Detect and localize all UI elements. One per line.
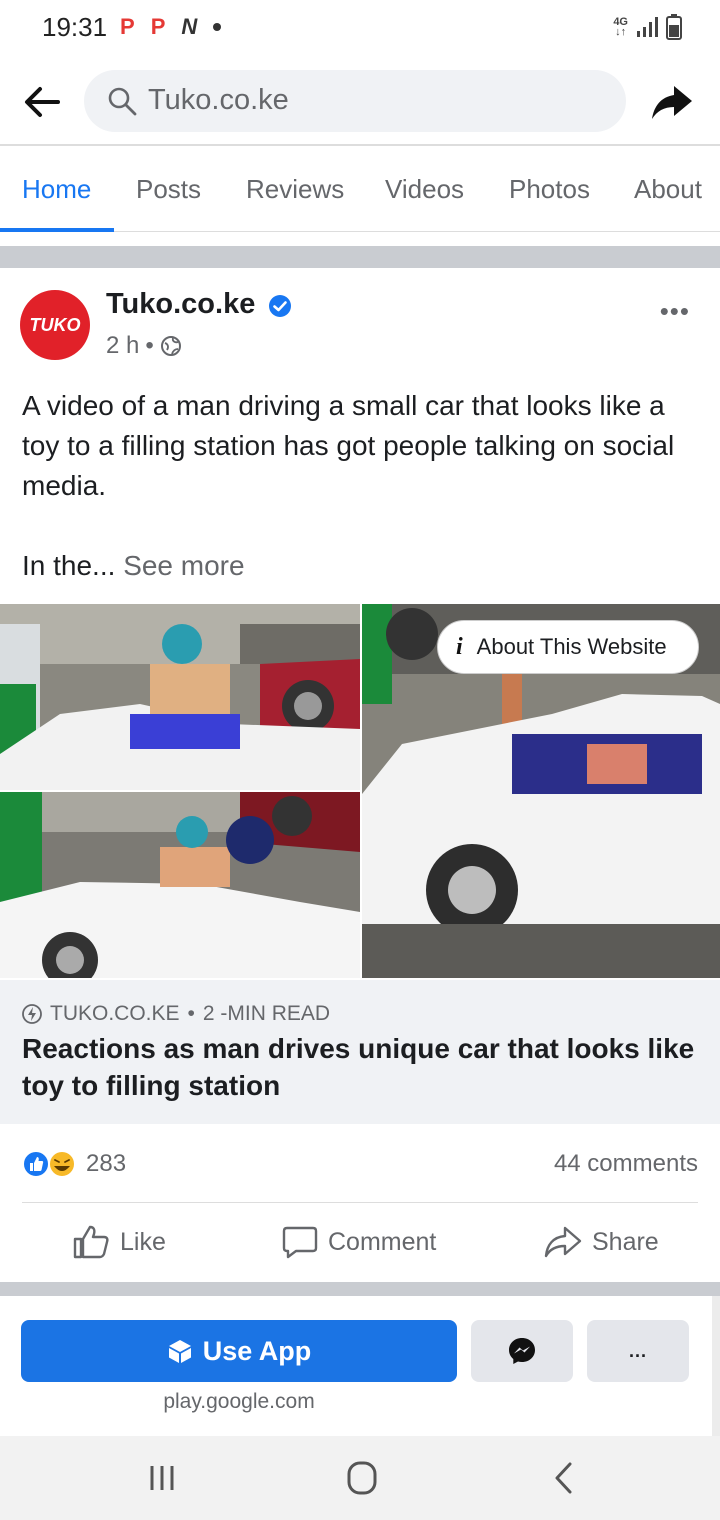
tab-reviews[interactable]: Reviews <box>246 174 344 205</box>
signal-icon <box>637 17 658 37</box>
app-banner: Use App ... play.google.com <box>0 1296 720 1436</box>
avatar-logo-text: TUKO <box>29 314 81 335</box>
post-time[interactable]: 2 h <box>106 332 139 360</box>
tab-about[interactable]: About <box>634 174 702 205</box>
section-divider <box>0 1282 720 1296</box>
post-header: TUKO Tuko.co.ke 2 h • ••• <box>0 268 720 378</box>
post-meta: 2 h • <box>106 332 182 360</box>
status-time: 19:31 <box>42 12 108 42</box>
status-bar: 19:31 P P N 4G ↓↑ <box>0 0 720 56</box>
search-icon <box>108 87 137 116</box>
link-source-domain: TUKO.CO.KE <box>50 1002 180 1025</box>
notification-p-icon: P <box>150 14 166 39</box>
messenger-icon <box>509 1338 535 1364</box>
page-tabs: Home Posts Reviews Videos Photos About <box>0 148 720 232</box>
scrollbar[interactable] <box>712 1296 720 1436</box>
post-more-prefix: In the... <box>22 550 116 581</box>
post-text-truncated: In the... See more <box>22 546 245 586</box>
bolt-icon <box>22 1004 42 1024</box>
use-app-label: Use App <box>202 1335 312 1366</box>
tab-home[interactable]: Home <box>22 174 91 205</box>
tab-photos[interactable]: Photos <box>509 174 590 205</box>
like-label: Like <box>120 1227 166 1256</box>
share-button[interactable]: Share <box>544 1224 659 1260</box>
back-icon[interactable] <box>540 1458 588 1498</box>
notification-p-icon: P <box>120 14 135 39</box>
use-app-button[interactable]: Use App <box>21 1320 457 1382</box>
comment-button[interactable]: Comment <box>282 1224 436 1260</box>
more-options-icon[interactable]: ••• <box>660 296 690 327</box>
meta-separator: • <box>145 332 154 359</box>
link-preview[interactable]: TUKO.CO.KE • 2 -MIN READ Reactions as ma… <box>0 980 720 1124</box>
link-source-separator: • <box>187 1002 195 1025</box>
comment-label: Comment <box>328 1227 437 1256</box>
page-header: Tuko.co.ke <box>0 56 720 146</box>
about-website-button[interactable]: i About This Website <box>437 620 699 674</box>
like-button[interactable]: Like <box>72 1224 166 1260</box>
tab-videos[interactable]: Videos <box>385 174 464 205</box>
photo-bottom-left[interactable] <box>0 792 360 978</box>
share-label: Share <box>592 1227 659 1256</box>
link-source: TUKO.CO.KE • 2 -MIN READ <box>22 1002 330 1026</box>
app-store-url[interactable]: play.google.com <box>0 1390 478 1414</box>
about-website-label: About This Website <box>476 634 667 659</box>
reaction-icons[interactable] <box>22 1150 80 1178</box>
see-more-link[interactable]: See more <box>123 550 244 581</box>
link-read-time: 2 -MIN READ <box>202 1002 331 1025</box>
reactions-row: 283 44 comments <box>0 1140 720 1188</box>
system-nav-bar <box>0 1436 720 1520</box>
notification-icons: P P N <box>120 14 222 40</box>
link-title[interactable]: Reactions as man drives unique car that … <box>22 1030 702 1104</box>
page-name[interactable]: Tuko.co.ke <box>106 288 255 321</box>
comment-icon <box>282 1226 318 1259</box>
search-bar[interactable]: Tuko.co.ke <box>84 70 626 132</box>
page-avatar[interactable]: TUKO <box>20 290 90 360</box>
back-arrow-icon[interactable] <box>20 80 64 124</box>
like-icon <box>73 1225 109 1259</box>
more-apps-button[interactable]: ... <box>587 1320 689 1382</box>
post-actions: Like Comment Share <box>0 1206 720 1280</box>
post-text: A video of a man driving a small car tha… <box>22 390 675 501</box>
tab-posts[interactable]: Posts <box>136 174 201 205</box>
notification-n-icon: N <box>181 14 198 39</box>
notification-dot-icon <box>213 23 222 31</box>
cube-icon <box>168 1340 191 1363</box>
globe-icon <box>160 336 181 356</box>
network-icon: 4G ↓↑ <box>613 16 628 38</box>
share-arrow-icon[interactable] <box>650 80 694 124</box>
search-text: Tuko.co.ke <box>148 84 289 116</box>
messenger-button[interactable] <box>471 1320 573 1382</box>
section-divider <box>0 246 720 268</box>
photo-top-left[interactable] <box>0 604 360 790</box>
status-right: 4G ↓↑ <box>613 14 682 40</box>
post-media[interactable]: i About This Website <box>0 604 720 978</box>
active-tab-indicator <box>0 228 114 232</box>
recents-icon[interactable] <box>138 1458 186 1498</box>
home-icon[interactable] <box>338 1458 386 1498</box>
share-icon <box>544 1226 582 1258</box>
reaction-count[interactable]: 283 <box>86 1150 126 1178</box>
info-icon: i <box>456 633 463 660</box>
battery-icon <box>666 14 682 40</box>
network-label: 4G <box>613 16 628 28</box>
verified-badge-icon <box>269 295 291 317</box>
actions-divider <box>22 1202 698 1203</box>
comment-count[interactable]: 44 comments <box>554 1150 698 1178</box>
